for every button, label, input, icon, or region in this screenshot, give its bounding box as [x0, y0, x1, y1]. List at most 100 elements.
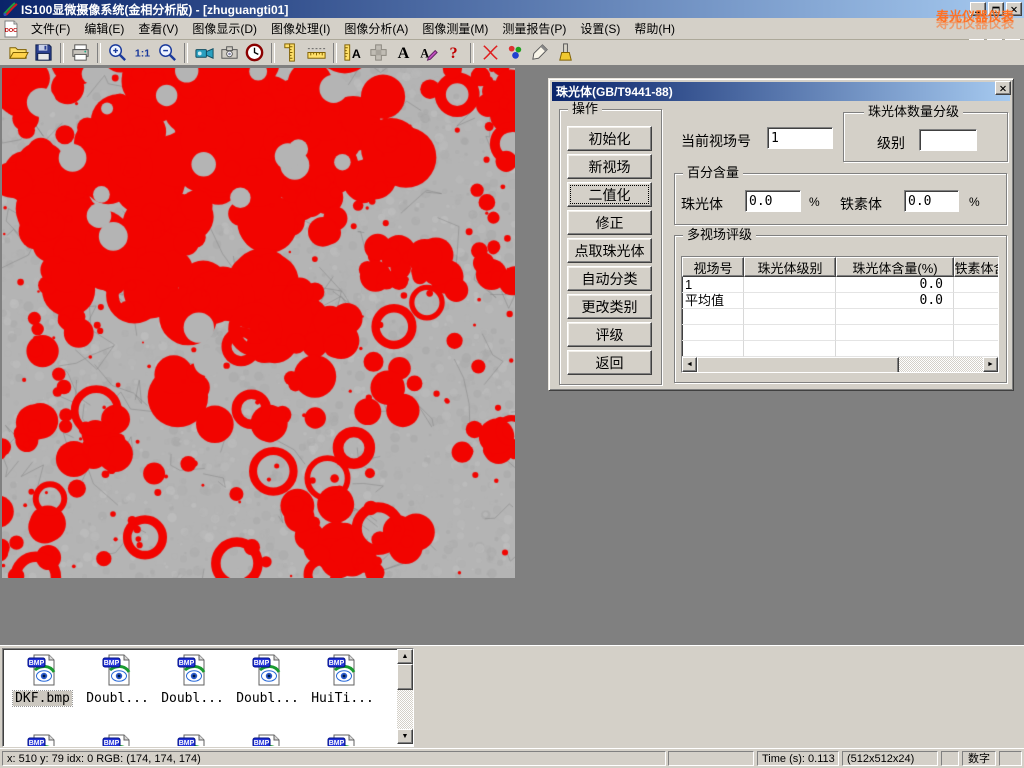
table-row[interactable] [682, 325, 998, 341]
file-item[interactable]: BMPDoubl... [230, 653, 305, 706]
metallographic-image[interactable] [2, 68, 515, 578]
toolbar-caliper-button[interactable] [279, 41, 304, 65]
scroll-thumb[interactable] [397, 664, 413, 690]
menu-item-5[interactable]: 图像处理(I) [264, 17, 337, 40]
file-item[interactable]: BMP [230, 733, 305, 747]
window-titlebar[interactable]: IS100显微摄像系统(金相分析版) - [zhuguangti01] [0, 0, 1024, 18]
toolbar-curve-button[interactable] [478, 41, 503, 65]
menu-item-8[interactable]: 测量报告(P) [495, 17, 573, 40]
op-button-8[interactable]: 评级 [567, 322, 652, 347]
menu-item-2[interactable]: 编辑(E) [77, 17, 131, 40]
scroll-thumb[interactable] [697, 357, 899, 373]
table-row[interactable] [682, 309, 998, 325]
text-icon: A [393, 42, 414, 63]
brush-icon [555, 42, 576, 63]
scroll-right-button[interactable]: ► [983, 357, 998, 372]
clock-icon [244, 42, 265, 63]
toolbar-pen-button[interactable] [528, 41, 553, 65]
menu-item-9[interactable]: 设置(S) [573, 17, 627, 40]
toolbar-annotate-button[interactable]: A [416, 41, 441, 65]
document-icon[interactable]: DOC [2, 20, 20, 38]
scroll-left-button[interactable]: ◄ [682, 357, 697, 372]
scroll-down-button[interactable]: ▼ [397, 729, 413, 744]
toolbar-clock-button[interactable] [242, 41, 267, 65]
file-item[interactable]: BMPDoubl... [80, 653, 155, 706]
svg-text:BMP: BMP [328, 660, 344, 667]
app-logo-icon [2, 1, 18, 17]
op-button-5[interactable]: 点取珠光体 [567, 238, 652, 263]
toolbar-open-folder-button[interactable] [6, 41, 31, 65]
svg-text:BMP: BMP [328, 740, 344, 747]
svg-text:BMP: BMP [28, 740, 44, 747]
table-row[interactable]: 平均值0.0 [682, 293, 998, 309]
table-cell [744, 325, 836, 341]
op-button-9[interactable]: 返回 [567, 350, 652, 375]
scroll-up-button[interactable]: ▲ [397, 649, 413, 664]
window-maximize-button[interactable] [988, 2, 1004, 16]
file-item[interactable]: BMP [305, 733, 380, 747]
toolbar-help-button[interactable]: ? [441, 41, 466, 65]
file-item[interactable]: BMPDoubl... [155, 653, 230, 706]
toolbar-measure-text-button[interactable]: A [341, 41, 366, 65]
toolbar-video-camera-button[interactable] [192, 41, 217, 65]
scroll-track[interactable] [899, 357, 983, 372]
table-cell [744, 293, 836, 309]
menu-item-7[interactable]: 图像测量(M) [415, 17, 495, 40]
toolbar-save-button[interactable] [31, 41, 56, 65]
column-header-2[interactable]: 珠光体级别 [744, 257, 836, 277]
dialog-titlebar[interactable]: 珠光体(GB/T9441-88) [552, 82, 1010, 101]
save-icon [33, 42, 54, 63]
op-button-2[interactable]: 新视场 [567, 154, 652, 179]
op-button-3[interactable]: 二值化 [567, 182, 652, 207]
toolbar-particles-button[interactable] [503, 41, 528, 65]
window-close-button[interactable] [1006, 2, 1022, 16]
status-time: Time (s): 0.113 [757, 751, 839, 766]
toolbar-actual-size-button[interactable]: 1:1 [130, 41, 155, 65]
grid-cross-icon [368, 42, 389, 63]
toolbar-ruler-button[interactable] [304, 41, 329, 65]
toolbar-separator [97, 43, 101, 63]
toolbar-grid-cross-button[interactable] [366, 41, 391, 65]
current-field-input[interactable] [767, 127, 833, 149]
file-item[interactable]: BMP HuiTi... [305, 653, 380, 706]
menu-item-10[interactable]: 帮助(H) [627, 17, 682, 40]
file-name: HuiTi... [309, 691, 376, 706]
table-row[interactable]: 10.0 [682, 277, 998, 293]
toolbar-text-button[interactable]: A [391, 41, 416, 65]
table-cell: 0.0 [836, 277, 954, 293]
window-minimize-button[interactable] [970, 2, 986, 16]
file-item[interactable]: BMPDKF.bmp [5, 653, 80, 706]
table-cell [744, 341, 836, 357]
ferrite-input[interactable] [904, 190, 959, 212]
column-header-3[interactable]: 珠光体含量(%) [836, 257, 954, 277]
ferrite-unit: % [969, 195, 980, 209]
bmp-file-icon: BMP [101, 653, 135, 690]
menu-item-1[interactable]: 文件(F) [24, 17, 77, 40]
op-button-4[interactable]: 修正 [567, 210, 652, 235]
menu-item-3[interactable]: 查看(V) [131, 17, 185, 40]
toolbar-camera-button[interactable] [217, 41, 242, 65]
column-header-4[interactable]: 铁素体含量 [954, 257, 999, 277]
column-header-1[interactable]: 视场号 [682, 257, 744, 277]
table-row[interactable] [682, 341, 998, 357]
dialog-close-button[interactable] [995, 81, 1011, 95]
menu-item-4[interactable]: 图像显示(D) [185, 17, 264, 40]
toolbar-zoom-in-button[interactable] [105, 41, 130, 65]
grade-input[interactable] [919, 129, 977, 151]
file-item[interactable]: BMP [80, 733, 155, 747]
op-button-6[interactable]: 自动分类 [567, 266, 652, 291]
current-field-label: 当前视场号 [681, 131, 751, 151]
menu-item-6[interactable]: 图像分析(A) [337, 17, 415, 40]
table-hscrollbar[interactable]: ◄► [682, 357, 998, 372]
grade-group: 珠光体数量分级 级别 [843, 112, 1008, 162]
toolbar-print-button[interactable] [68, 41, 93, 65]
toolbar-zoom-out-button[interactable] [155, 41, 180, 65]
file-vscrollbar[interactable]: ▲▼ [397, 649, 413, 744]
file-item[interactable]: BMP [5, 733, 80, 747]
op-button-1[interactable]: 初始化 [567, 126, 652, 151]
file-item[interactable]: BMP [155, 733, 230, 747]
pearlite-input[interactable] [745, 190, 801, 212]
op-button-7[interactable]: 更改类别 [567, 294, 652, 319]
toolbar-brush-button[interactable] [553, 41, 578, 65]
operation-group-label: 操作 [568, 102, 602, 116]
